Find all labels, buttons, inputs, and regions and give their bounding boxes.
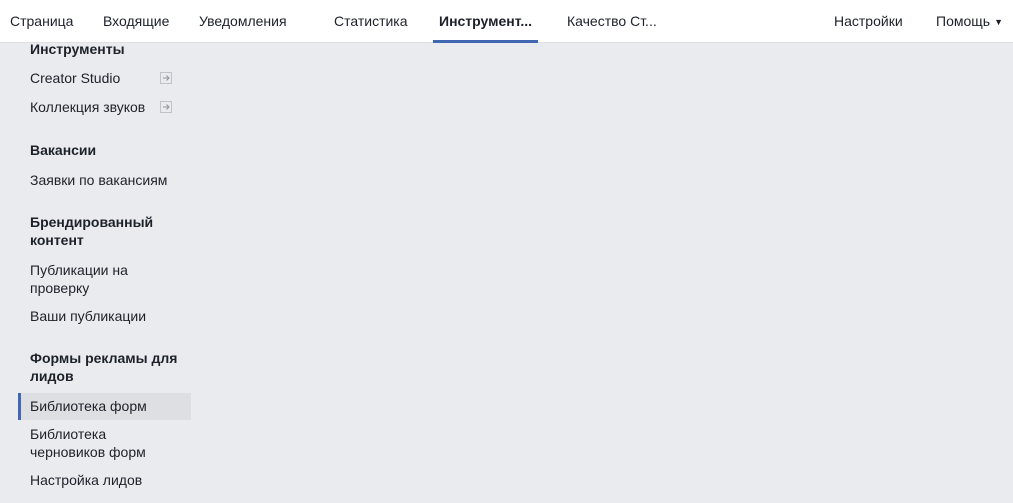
tab-page[interactable]: Страница: [10, 0, 73, 43]
sidebar-item-your-posts[interactable]: Ваши публикации: [30, 307, 190, 325]
section-title-branded-content: Брендированный контент: [30, 214, 154, 248]
tab-notifications[interactable]: Уведомления: [199, 0, 287, 43]
external-link-icon: [160, 72, 172, 84]
tab-insights[interactable]: Статистика: [334, 0, 408, 43]
sidebar-item-forms-library[interactable]: Библиотека форм: [30, 397, 190, 415]
selected-item-indicator: [18, 393, 21, 420]
tab-page-quality[interactable]: Качество Ст...: [567, 0, 657, 43]
sidebar-item-creator-studio[interactable]: Creator Studio: [30, 69, 190, 87]
sidebar-item-label: Creator Studio: [30, 70, 121, 86]
section-title-jobs: Вакансии: [30, 142, 97, 158]
sidebar-item-draft-forms-library[interactable]: Библиотека черновиков форм: [30, 425, 165, 461]
caret-down-icon: ▼: [994, 17, 1003, 27]
section-title-tools: Инструменты: [30, 41, 125, 57]
tab-tools[interactable]: Инструмент...: [432, 0, 539, 43]
external-link-icon: [160, 101, 172, 113]
settings-link[interactable]: Настройки: [834, 0, 903, 43]
help-menu[interactable]: Помощь ▼: [936, 0, 1003, 43]
sidebar-item-leads-setup[interactable]: Настройка лидов: [30, 471, 190, 489]
sidebar: Инструменты Creator Studio Коллекция зву…: [0, 41, 200, 503]
sidebar-item-label: Коллекция звуков: [30, 99, 146, 115]
sidebar-item-job-applications[interactable]: Заявки по вакансиям: [30, 171, 190, 189]
tab-inbox[interactable]: Входящие: [103, 0, 169, 43]
page-top-nav: Страница Входящие Уведомления Статистика…: [0, 0, 1013, 43]
section-title-lead-ads-forms: Формы рекламы для лидов: [30, 350, 178, 384]
sidebar-item-posts-for-review[interactable]: Публикации на проверку: [30, 261, 150, 297]
sidebar-item-sound-collection[interactable]: Коллекция звуков: [30, 98, 190, 116]
help-label: Помощь: [936, 13, 991, 29]
